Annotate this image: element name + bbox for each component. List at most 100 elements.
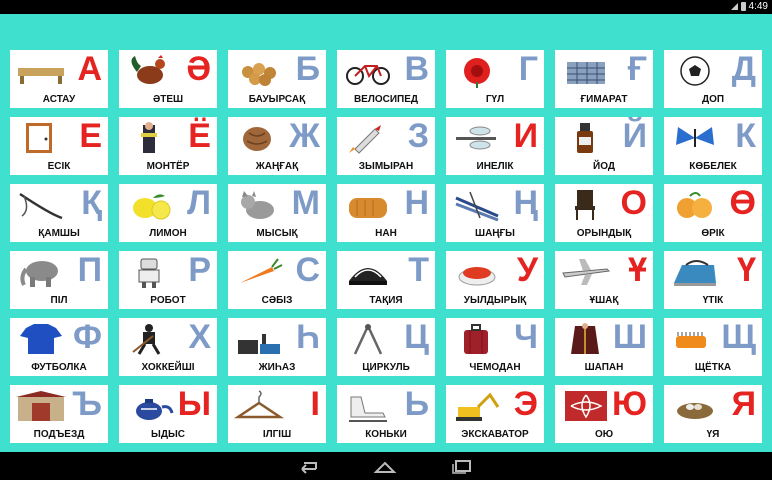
- hockey-player-icon: [123, 322, 177, 356]
- letter-card[interactable]: У УЫЛДЫРЫҚ: [446, 251, 544, 309]
- home-icon[interactable]: [373, 458, 397, 474]
- letter-card[interactable]: Г ГҮЛ: [446, 50, 544, 108]
- recent-apps-icon[interactable]: [450, 458, 474, 474]
- card-letter: Қ: [81, 184, 102, 222]
- letter-card[interactable]: Й ЙОД: [555, 117, 653, 175]
- letter-card[interactable]: Ә ӘТЕШ: [119, 50, 217, 108]
- letter-card[interactable]: Ы ЫДЫС: [119, 385, 217, 443]
- letter-card[interactable]: Ң ШАҢҒЫ: [446, 184, 544, 242]
- card-letter: Ц: [404, 318, 429, 356]
- bread-icon: [341, 188, 395, 222]
- letter-card[interactable]: Ъ ПОДЪЕЗД: [10, 385, 108, 443]
- card-letter: Й: [622, 117, 647, 155]
- card-letter: Һ: [296, 318, 320, 356]
- alphabet-screen: А АСТАУ Ә ӘТЕШ Б БАУЫРСАҚ В ВЕЛОСИПЕД Г ГҮЛ Ғ ҒИМАР…: [0, 14, 772, 452]
- letter-card[interactable]: Ф ФУТБОЛКА: [10, 318, 108, 376]
- letter-card[interactable]: Ғ ҒИМАРАТ: [555, 50, 653, 108]
- card-word: МОНТЁР: [146, 161, 190, 172]
- card-letter: Ү: [737, 251, 756, 289]
- letter-card[interactable]: Ш ШАПАН: [555, 318, 653, 376]
- letter-card[interactable]: Ю ОЮ: [555, 385, 653, 443]
- tshirt-icon: [14, 322, 68, 356]
- letter-card[interactable]: Ц ЦИРКУЛЬ: [337, 318, 435, 376]
- card-letter: М: [291, 184, 320, 222]
- card-word: ТАҚИЯ: [369, 295, 403, 306]
- status-indicators: 4:49: [730, 1, 768, 12]
- trough-icon: [14, 54, 68, 88]
- letter-card[interactable]: Ү ҮТІК: [664, 251, 762, 309]
- card-letter: Ч: [514, 318, 538, 356]
- letter-card[interactable]: Щ ЩЁТКА: [664, 318, 762, 376]
- card-word: ФУТБОЛКА: [31, 362, 87, 373]
- card-letter: Д: [731, 50, 756, 88]
- letter-card[interactable]: Ұ ҰШАҚ: [555, 251, 653, 309]
- furniture-icon: [232, 322, 286, 356]
- letter-card[interactable]: К КӨБЕЛЕК: [664, 117, 762, 175]
- letter-card[interactable]: А АСТАУ: [10, 50, 108, 108]
- clock: 4:49: [748, 1, 768, 12]
- letter-card[interactable]: М МЫСЫҚ: [228, 184, 326, 242]
- letter-card[interactable]: Т ТАҚИЯ: [337, 251, 435, 309]
- card-word: ПІЛ: [50, 295, 68, 306]
- card-word: НАН: [375, 228, 397, 239]
- back-icon[interactable]: [296, 458, 320, 474]
- card-word: ІЛГІШ: [262, 429, 292, 440]
- letter-card[interactable]: Қ ҚАМШЫ: [10, 184, 108, 242]
- elephant-icon: [14, 255, 68, 289]
- card-word: ҮТІК: [702, 295, 724, 306]
- letter-card[interactable]: Э ЭКСКАВАТОР: [446, 385, 544, 443]
- butterfly-icon: [668, 121, 722, 155]
- letter-card[interactable]: И ИНЕЛІК: [446, 117, 544, 175]
- letter-card[interactable]: Н НАН: [337, 184, 435, 242]
- ball-icon: [668, 54, 722, 88]
- card-letter: А: [77, 50, 102, 88]
- card-letter: Г: [518, 50, 538, 88]
- compass-icon: [341, 322, 395, 356]
- letter-card[interactable]: В ВЕЛОСИПЕД: [337, 50, 435, 108]
- card-letter: Т: [408, 251, 429, 289]
- card-letter: Ф: [72, 318, 102, 356]
- letter-card[interactable]: Е ЕСІК: [10, 117, 108, 175]
- letter-card[interactable]: Д ДОП: [664, 50, 762, 108]
- caviar-icon: [450, 255, 504, 289]
- letter-card[interactable]: Ч ЧЕМОДАН: [446, 318, 544, 376]
- letter-card[interactable]: П ПІЛ: [10, 251, 108, 309]
- letter-card[interactable]: Ё МОНТЁР: [119, 117, 217, 175]
- letter-card[interactable]: Л ЛИМОН: [119, 184, 217, 242]
- nest-icon: [668, 389, 722, 423]
- skates-icon: [341, 389, 395, 423]
- card-word: ЩЁТКА: [694, 362, 732, 373]
- letter-card[interactable]: Һ ЖИҺАЗ: [228, 318, 326, 376]
- card-letter: І: [310, 385, 320, 423]
- letter-card[interactable]: Х ХОККЕЙШІ: [119, 318, 217, 376]
- rooster-icon: [123, 54, 177, 88]
- letter-card[interactable]: Р РОБОТ: [119, 251, 217, 309]
- card-letter: Ю: [611, 385, 647, 423]
- letter-card[interactable]: Ө ӨРІК: [664, 184, 762, 242]
- airplane-icon: [559, 255, 613, 289]
- card-letter: Ы: [177, 385, 211, 423]
- card-letter: О: [620, 184, 647, 222]
- letter-card[interactable]: Б БАУЫРСАҚ: [228, 50, 326, 108]
- lemon-icon: [123, 188, 177, 222]
- letter-card[interactable]: Ж ЖАҢҒАҚ: [228, 117, 326, 175]
- teapot-icon: [123, 389, 177, 423]
- letter-card[interactable]: О ОРЫНДЫҚ: [555, 184, 653, 242]
- hanger-icon: [232, 389, 286, 423]
- walnut-icon: [232, 121, 286, 155]
- letter-card[interactable]: Я ҮЯ: [664, 385, 762, 443]
- card-word: ҰШАҚ: [589, 295, 619, 306]
- letter-card[interactable]: С СӘБІЗ: [228, 251, 326, 309]
- card-word: ҮЯ: [706, 429, 720, 440]
- apricot-icon: [668, 188, 722, 222]
- letter-card[interactable]: З ЗЫМЫРАН: [337, 117, 435, 175]
- card-word: КОНЬКИ: [365, 429, 407, 440]
- card-word: ЙОД: [593, 161, 615, 172]
- card-letter: Я: [731, 385, 756, 423]
- card-letter: Ұ: [628, 251, 647, 289]
- cat-icon: [232, 188, 286, 222]
- letter-card[interactable]: І ІЛГІШ: [228, 385, 326, 443]
- card-word: РОБОТ: [150, 295, 186, 306]
- card-word: ЫДЫС: [151, 429, 185, 440]
- letter-card[interactable]: Ь КОНЬКИ: [337, 385, 435, 443]
